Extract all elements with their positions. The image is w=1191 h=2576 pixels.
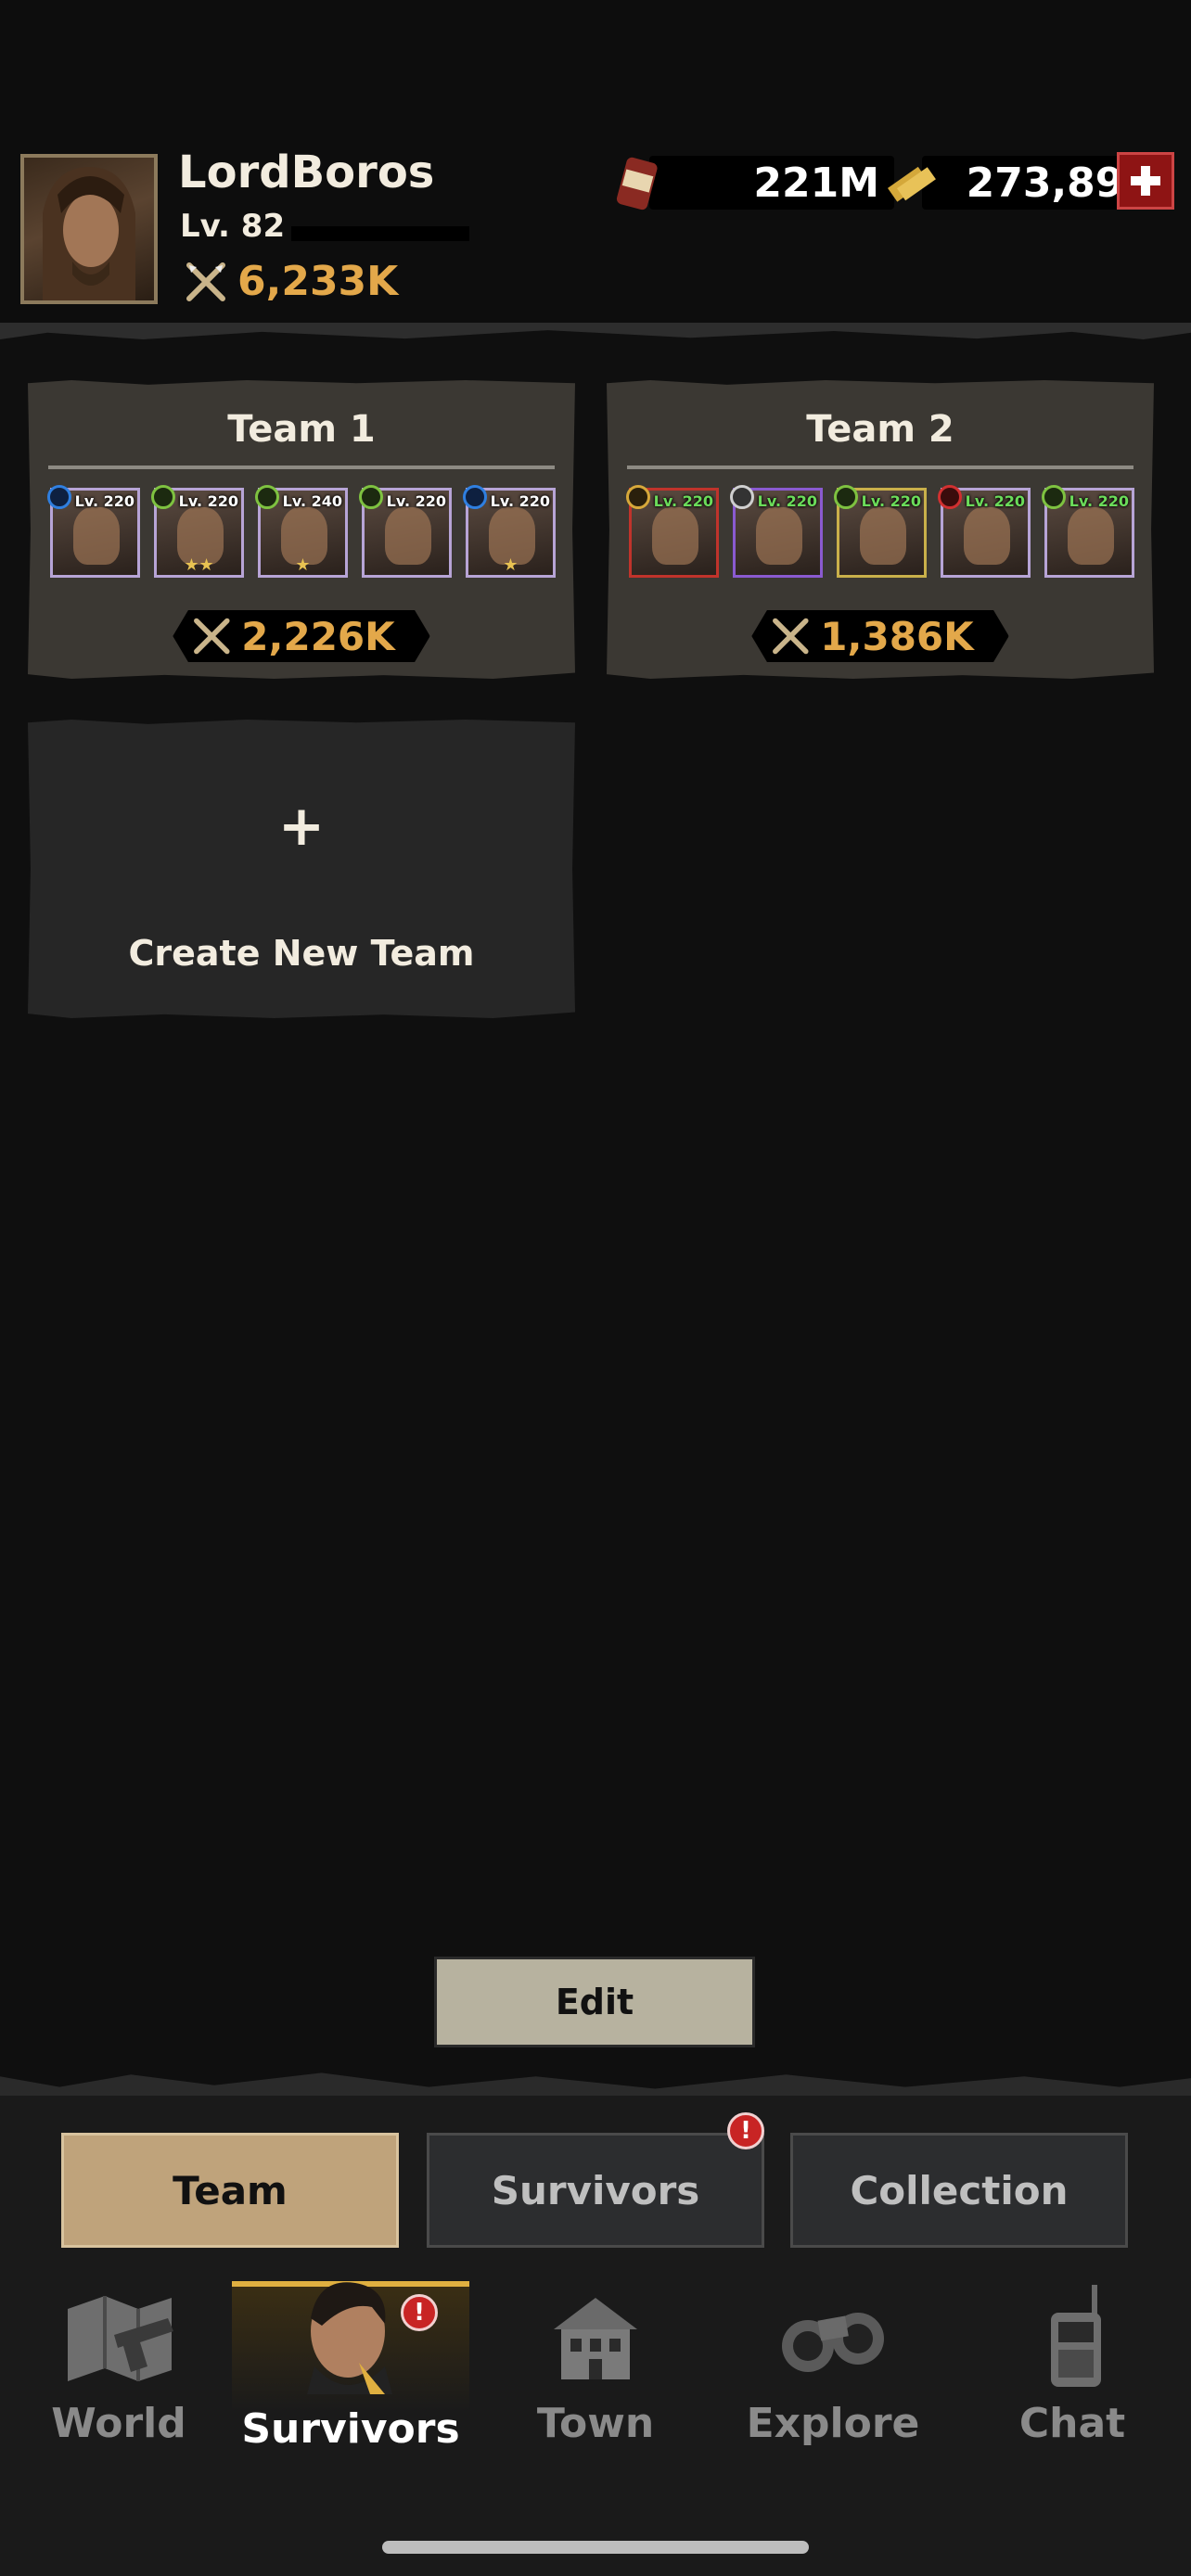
level-progress-bar [291,226,469,241]
member-level: Lv. 220 [757,492,817,510]
nav-label: Town [536,2400,655,2447]
crossed-swords-icon [186,261,225,301]
player-power: 6,233K [184,258,398,305]
member-level: Lv. 240 [282,492,342,510]
member-stars: ★★ [184,555,214,575]
avatar-portrait-icon [43,167,135,300]
team-member-slot[interactable]: Lv. 220 [359,485,452,578]
player-power-value: 6,233K [237,258,399,305]
create-new-team-button[interactable]: + Create New Team [28,720,575,1018]
class-emblem-icon [938,485,962,509]
home-indicator[interactable] [382,2541,809,2554]
plus-icon: + [277,794,326,859]
crossed-swords-icon [773,618,809,655]
currency-food-value: 221M [753,159,879,207]
team-members: Lv. 220 Lv. 220 Lv. 220 Lv. 220 Lv. 220 [626,485,1134,578]
nav-chat[interactable]: Chat [954,2281,1191,2467]
edit-button[interactable]: Edit [434,1957,755,2047]
player-name: LordBoros [178,147,435,198]
team-member-slot[interactable]: Lv. 240 ★ [255,485,348,578]
nav-label: Explore [746,2400,920,2447]
member-level: Lv. 220 [861,492,921,510]
survivor-portrait [652,507,698,565]
team-member-slot[interactable]: Lv. 220 [1042,485,1134,578]
house-icon [554,2298,637,2379]
survivor-portrait [964,507,1010,565]
team-card-1[interactable]: Team 1 Lv. 220 Lv. 220 ★★ Lv. 240 ★ Lv. … [28,380,575,679]
member-stars: ★ [295,555,311,575]
team-power: 2,226K [173,610,430,662]
class-emblem-icon [626,485,650,509]
team-member-slot[interactable]: Lv. 220 ★★ [151,485,244,578]
team-member-slot[interactable]: Lv. 220 [834,485,927,578]
member-level: Lv. 220 [965,492,1025,510]
class-emblem-icon [463,485,487,509]
member-level: Lv. 220 [74,492,134,510]
team-member-slot[interactable]: Lv. 220 [730,485,823,578]
survivor-portrait [385,507,431,565]
team-member-slot[interactable]: Lv. 220 [626,485,719,578]
survivor-portrait [73,507,120,565]
add-gold-button[interactable] [1117,152,1174,210]
bottom-divider [0,2072,1191,2098]
currency-food-box: 221M [649,156,894,210]
nav-world[interactable]: World [0,2281,237,2467]
tab-collection[interactable]: Collection [790,2133,1128,2248]
class-emblem-icon [730,485,754,509]
create-new-team-label: Create New Team [128,933,475,974]
member-level: Lv. 220 [490,492,550,510]
member-level: Lv. 220 [653,492,713,510]
member-level: Lv. 220 [1069,492,1129,510]
nav-label: Chat [1018,2400,1126,2447]
class-emblem-icon [255,485,279,509]
player-avatar[interactable] [20,154,158,304]
crossed-swords-icon [194,618,230,655]
survivor-portrait [1068,507,1114,565]
tab-team[interactable]: Team [61,2133,399,2248]
team-member-slot[interactable]: Lv. 220 ★ [463,485,556,578]
currency-food[interactable]: 221M [607,152,894,213]
team-members: Lv. 220 Lv. 220 ★★ Lv. 240 ★ Lv. 220 Lv.… [47,485,556,578]
gold-bars-icon [887,166,936,202]
team-member-slot[interactable]: Lv. 220 [47,485,140,578]
member-level: Lv. 220 [386,492,446,510]
class-emblem-icon [47,485,71,509]
class-emblem-icon [834,485,858,509]
team-title-divider [48,465,555,469]
survivor-portrait [860,507,906,565]
survivor-portrait [756,507,802,565]
class-emblem-icon [359,485,383,509]
team-title: Team 1 [227,408,376,451]
team-title-divider [627,465,1133,469]
team-member-slot[interactable]: Lv. 220 [938,485,1031,578]
nav-label: Survivors [241,2405,460,2453]
member-stars: ★ [503,555,519,575]
team-card-2[interactable]: Team 2 Lv. 220 Lv. 220 Lv. 220 Lv. 220 L… [607,380,1154,679]
binoculars-icon [782,2313,884,2372]
nav-town[interactable]: Town [477,2281,714,2467]
tab-survivors[interactable]: Survivors [427,2133,764,2248]
team-power: 1,386K [751,610,1009,662]
nav-label: World [51,2400,186,2447]
team-title: Team 2 [806,408,954,451]
header-divider [0,323,1191,339]
survivor-portrait-icon [307,2282,392,2394]
map-revolver-icon [68,2296,173,2381]
canned-food-icon [616,157,658,210]
team-power-value: 1,386K [820,613,974,659]
notification-badge: ! [727,2112,764,2149]
player-level: Lv. 82 [180,208,286,245]
class-emblem-icon [151,485,175,509]
walkie-talkie-icon [1051,2285,1101,2387]
team-power-value: 2,226K [241,613,395,659]
notification-badge: ! [401,2294,438,2331]
member-level: Lv. 220 [178,492,238,510]
nav-explore[interactable]: Explore [714,2281,952,2467]
class-emblem-icon [1042,485,1066,509]
plus-icon [1131,166,1160,196]
